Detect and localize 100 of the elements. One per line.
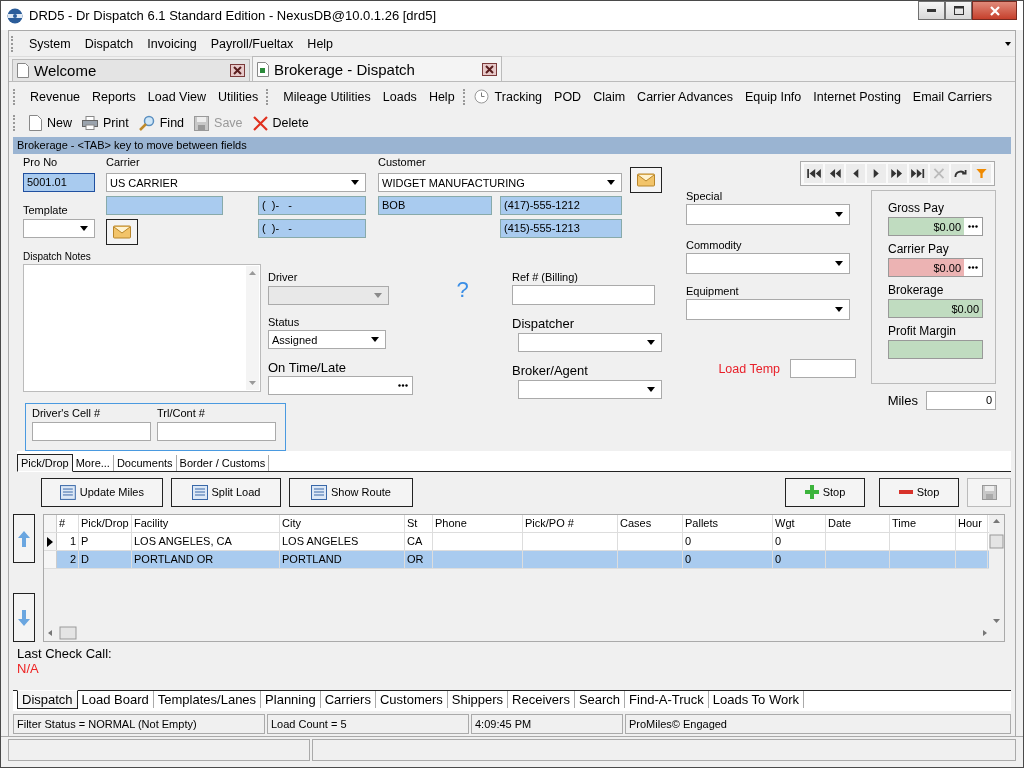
toolbar-menu-item[interactable]: Reports [86,89,142,104]
tab[interactable]: Receivers [508,691,575,708]
add-stop-button[interactable]: Stop [785,477,865,507]
toolbar-menu-item[interactable]: Claim [587,89,632,104]
commodity-dropdown[interactable] [686,253,850,274]
toolbar-menu-item[interactable]: Load View [141,89,212,104]
tab[interactable]: Templates/Lanes [153,691,262,708]
find-button[interactable]: Find [133,112,190,134]
column-header[interactable]: Hour [956,515,988,532]
maximize-button[interactable] [945,1,972,20]
toolbar-menu-item[interactable]: Loads [376,89,423,104]
temperature-field[interactable] [790,359,856,378]
email-button[interactable] [630,167,662,193]
pro-number-field[interactable]: 5001.01 [23,173,95,192]
close-tab-icon[interactable] [230,64,245,77]
contact-field[interactable]: BOB [378,196,492,215]
broker-dropdown[interactable] [518,380,662,399]
toolbar-button[interactable]: Show Route [289,477,413,507]
column-header[interactable]: Pick/PO # [523,515,618,532]
dispatcher-dropdown[interactable] [518,333,662,352]
toolbar-grip[interactable] [462,88,468,105]
tab[interactable]: Loads To Work [708,691,804,708]
pay-field[interactable]: $0.00 [888,258,983,277]
close-button[interactable] [972,1,1017,20]
tab[interactable]: Carriers [320,691,376,708]
remove-stop-button[interactable]: Stop [879,477,959,507]
save-button[interactable] [967,477,1011,507]
special-dropdown[interactable] [686,204,850,225]
pay-field[interactable]: $0.00 [888,299,983,318]
phone-field[interactable]: (415)-555-1213 [500,219,622,238]
tab[interactable]: Customers [375,691,448,708]
toolbar-menu-item[interactable]: Revenue [24,89,87,104]
move-down-button[interactable] [13,593,35,642]
pay-field[interactable]: $0.00 [888,217,983,236]
tab[interactable]: Load Board [77,691,154,708]
pay-field[interactable] [888,340,983,359]
template-dropdown[interactable] [23,219,95,238]
column-header[interactable]: Date [826,515,890,532]
next-page-icon[interactable] [888,164,907,183]
toolbar-button[interactable]: Split Load [171,477,281,507]
column-header[interactable]: Facility [132,515,280,532]
minimize-button[interactable] [918,1,945,20]
refresh-icon[interactable] [951,164,970,183]
prior-page-icon[interactable] [825,164,844,183]
input-field[interactable] [157,422,276,441]
column-header[interactable]: Wgt [773,515,826,532]
toolbar-menu-item[interactable]: POD [548,89,588,104]
column-header[interactable]: City [280,515,405,532]
last-icon[interactable] [909,164,928,183]
column-header[interactable]: Time [890,515,956,532]
column-header[interactable]: Phone [433,515,523,532]
scrollbar[interactable] [246,266,259,390]
menu-item[interactable]: Help [300,36,341,51]
new-button[interactable]: New [24,112,77,134]
document-tab[interactable]: Welcome [12,59,250,81]
first-icon[interactable] [804,164,823,183]
toolbar-menu-item[interactable]: Tracking [488,89,549,104]
table-row[interactable]: 2 D PORTLAND OR PORTLAND OR 0 0 [44,551,989,569]
column-header[interactable]: St [405,515,433,532]
dropdown-arrow-icon[interactable] [1005,41,1011,46]
toolbar-menu-item[interactable]: Utilities [212,89,265,104]
tab[interactable]: Shippers [447,691,509,708]
close-tab-icon[interactable] [482,62,497,76]
toolbar-button[interactable]: Update Miles [41,477,163,507]
input-field[interactable] [32,422,151,441]
date-field[interactable] [268,376,413,395]
miles-field[interactable]: 0 [926,391,996,410]
next-icon[interactable] [867,164,886,183]
toolbar-menu-item[interactable]: Carrier Advances [631,89,739,104]
tab[interactable]: Find-A-Truck [625,691,709,708]
phone-field[interactable]: ( )- - [258,196,366,215]
tab[interactable]: Dispatch [17,690,78,709]
more-button[interactable] [964,259,982,276]
carrier-contact-field[interactable] [106,196,223,215]
tab[interactable]: Search [574,691,626,708]
print-button[interactable]: Print [77,112,134,134]
column-header[interactable]: # [57,515,79,532]
prior-icon[interactable] [846,164,865,183]
menu-item[interactable]: System [22,36,78,51]
equipment-dropdown[interactable] [686,299,850,320]
more-button[interactable] [964,218,982,235]
menu-item[interactable]: Payroll/Fueltax [203,36,301,51]
email-button[interactable] [106,219,138,245]
menu-item[interactable]: Dispatch [77,36,141,51]
reference-field[interactable] [512,285,655,305]
menu-item[interactable]: Invoicing [140,36,204,51]
customer-dropdown[interactable]: WIDGET MANUFACTURING [378,173,622,192]
toolbar-menu-item[interactable]: Equip Info [739,89,808,104]
toolbar-grip[interactable] [13,115,18,131]
phone-field[interactable]: (417)-555-1212 [500,196,622,215]
column-header[interactable]: Pick/Drop [79,515,132,532]
toolbar-menu-item[interactable]: Mileage Utilities [277,89,377,104]
tab[interactable]: Pick/Drop [17,454,73,472]
column-header[interactable]: Pallets [683,515,773,532]
toolbar-grip[interactable] [13,88,18,105]
toolbar-menu-item[interactable]: Help [422,89,461,104]
delete-button[interactable]: Delete [247,112,314,134]
tab[interactable]: Planning [261,691,321,708]
scrollbar[interactable] [989,515,1004,641]
document-tab[interactable]: Brokerage - Dispatch [252,56,502,81]
